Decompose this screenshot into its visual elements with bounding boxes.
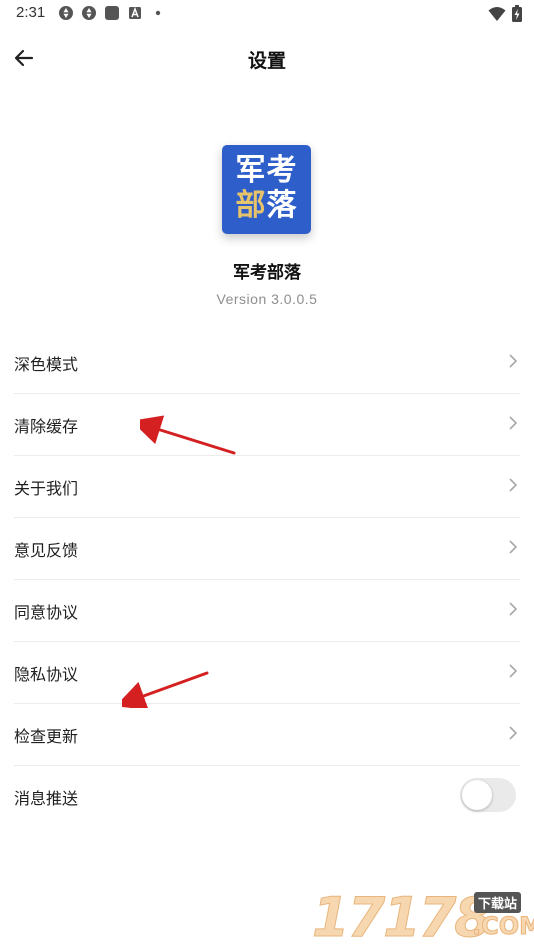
settings-item-label: 消息推送: [14, 789, 79, 808]
settings-item-label: 清除缓存: [14, 417, 79, 436]
status-bar: 2:31: [0, 0, 534, 28]
status-system-icons: [488, 5, 522, 22]
settings-item-label: 同意协议: [14, 603, 79, 622]
settings-item-label: 关于我们: [14, 479, 79, 498]
settings-screen: 2:31 设置 军考 部落 军考部落 Version 3.0.0.5 深色模式 …: [0, 0, 534, 950]
settings-item-about-us[interactable]: 关于我们: [14, 456, 520, 518]
settings-item-check-update[interactable]: 检查更新: [14, 704, 520, 766]
app-square-icon: [105, 6, 119, 20]
status-notification-icons: [58, 5, 166, 21]
watermark-digits: 17178: [312, 886, 493, 949]
logo-text-line2: 部落: [222, 189, 311, 223]
watermark-domain: .COM: [471, 912, 534, 941]
settings-item-push-notifications: 消息推送: [14, 766, 520, 827]
chevron-right-icon: [509, 416, 518, 430]
chevron-right-icon: [509, 478, 518, 492]
settings-item-label: 意见反馈: [14, 541, 79, 560]
aperture-icon: [59, 6, 73, 20]
settings-item-label: 隐私协议: [14, 665, 79, 684]
watermark-logo: 17178 下载站 .COM: [312, 884, 534, 950]
settings-item-user-agreement[interactable]: 同意协议: [14, 580, 520, 642]
settings-list: 深色模式 清除缓存 关于我们 意见反馈 同意协议 隐私协议 检查更新 消息推送: [0, 332, 534, 827]
chevron-right-icon: [509, 664, 518, 678]
status-time: 2:31: [16, 4, 46, 21]
settings-item-label: 深色模式: [14, 355, 79, 374]
a-letter-icon: [129, 6, 141, 19]
page-title: 设置: [247, 50, 286, 72]
settings-item-dark-mode[interactable]: 深色模式: [14, 332, 520, 394]
push-notifications-toggle[interactable]: [460, 778, 516, 812]
logo-text-line1: 军考: [235, 153, 298, 188]
chevron-right-icon: [509, 354, 518, 368]
wifi-icon: [488, 6, 506, 21]
chevron-right-icon: [509, 726, 518, 740]
app-header: 设置: [0, 30, 534, 86]
toggle-knob: [462, 780, 492, 810]
aperture-icon: [82, 6, 96, 20]
logo-text-char-luo: 落: [266, 188, 298, 223]
chevron-right-icon: [509, 540, 518, 554]
chevron-right-icon: [509, 602, 518, 616]
settings-item-clear-cache[interactable]: 清除缓存: [14, 394, 520, 456]
logo-text-char-bu: 部: [235, 188, 267, 223]
watermark-badge: 下载站: [474, 892, 522, 913]
app-name: 军考部落: [233, 263, 301, 283]
app-logo: 军考 部落: [222, 145, 311, 234]
settings-item-privacy-policy[interactable]: 隐私协议: [14, 642, 520, 704]
dot-icon: [155, 10, 161, 16]
settings-item-feedback[interactable]: 意见反馈: [14, 518, 520, 580]
app-version: Version 3.0.0.5: [216, 291, 318, 307]
battery-charging-icon: [512, 5, 522, 22]
settings-item-label: 检查更新: [14, 727, 79, 746]
